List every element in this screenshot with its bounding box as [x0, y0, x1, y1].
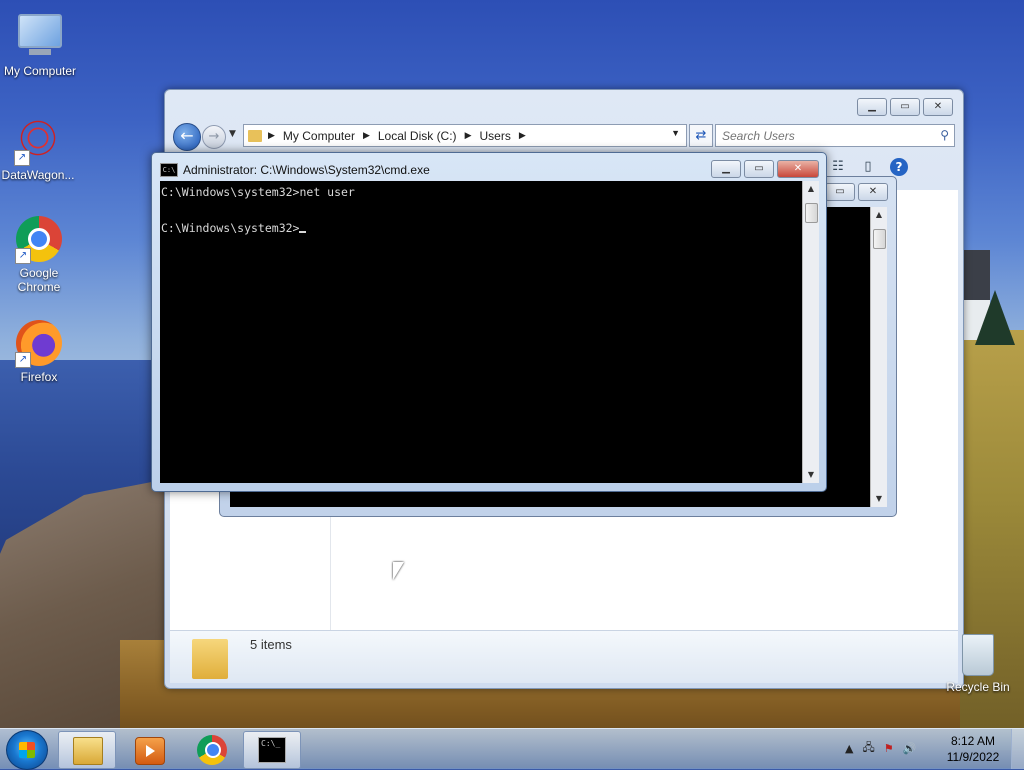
desktop-icon-label: DataWagon...	[1, 168, 75, 182]
chevron-right-icon[interactable]: ▶	[363, 130, 370, 141]
maximize-button[interactable]: ▭	[825, 183, 855, 201]
wallpaper-tree	[975, 290, 1015, 345]
text-cursor	[299, 231, 307, 233]
clock-date: 11/9/2022	[946, 750, 1000, 764]
vertical-scrollbar[interactable]: ▲ ▼	[802, 181, 819, 483]
desktop-icon-google-chrome[interactable]: ↗ Google Chrome	[0, 216, 79, 294]
taskbar-explorer-button[interactable]	[58, 731, 116, 769]
desktop-icon-label: Google Chrome	[17, 266, 61, 294]
chevron-right-icon[interactable]: ▶	[465, 130, 472, 141]
desktop-icon-label: My Computer	[3, 64, 77, 78]
preview-pane-icon[interactable]: ▯	[860, 159, 876, 175]
clock-time: 8:12 AM	[950, 734, 996, 748]
background-cmd-controls: ▭ ✕	[825, 183, 888, 201]
minimize-button[interactable]: ▁	[857, 98, 887, 116]
maximize-button[interactable]: ▭	[890, 98, 920, 116]
windows-explorer-icon	[73, 737, 103, 765]
chrome-icon	[197, 735, 227, 765]
console-line: C:\Windows\system32>net user	[161, 185, 355, 199]
shortcut-arrow-icon: ↗	[15, 352, 31, 368]
explorer-details-pane: 5 items	[170, 630, 958, 683]
desktop-icon-recycle-bin[interactable]: Recycle Bin	[938, 630, 1018, 694]
show-desktop-button[interactable]	[1011, 729, 1024, 769]
shortcut-arrow-icon: ↗	[14, 150, 30, 166]
computer-icon	[16, 14, 64, 62]
scroll-thumb[interactable]	[873, 229, 886, 249]
desktop-icon-firefox[interactable]: ↗ Firefox	[0, 320, 79, 384]
refresh-button[interactable]: ⇄	[689, 124, 713, 147]
cmd-icon: C:\	[160, 163, 178, 177]
view-options-icon[interactable]: ☷ ▾	[830, 159, 846, 189]
chrome-icon: ↗	[15, 216, 63, 264]
breadcrumb-users[interactable]: Users	[479, 129, 510, 143]
vertical-scrollbar[interactable]: ▲ ▼	[870, 207, 887, 507]
cmd-icon: C:\_	[258, 737, 286, 763]
explorer-toolbar-right: ☷ ▾ ▯ ?	[830, 158, 908, 189]
cmd-title-bar[interactable]: C:\ Administrator: C:\Windows\System32\c…	[160, 161, 430, 179]
desktop-icon-label: Recycle Bin	[946, 680, 1010, 694]
address-history-dropdown[interactable]: ▼	[671, 128, 680, 138]
action-center-flag-icon[interactable]: ⚑	[884, 742, 894, 755]
scroll-up-icon[interactable]: ▲	[871, 207, 887, 223]
shortcut-arrow-icon: ↗	[15, 248, 31, 264]
mouse-pointer-icon	[393, 562, 404, 580]
cmd-window[interactable]: C:\ Administrator: C:\Windows\System32\c…	[151, 152, 827, 492]
refresh-icon: ⇄	[695, 128, 707, 143]
help-icon[interactable]: ?	[890, 158, 908, 176]
breadcrumb-my-computer[interactable]: My Computer	[283, 129, 355, 143]
media-player-icon	[135, 737, 165, 765]
start-button[interactable]	[6, 730, 48, 770]
firefox-icon: ↗	[15, 320, 63, 368]
folder-icon	[248, 129, 262, 142]
desktop-icon-my-computer[interactable]: My Computer	[0, 8, 80, 78]
taskbar: C:\_ ▲ 🖧 ⚑ 🔊 8:12 AM 11/9/2022	[0, 728, 1024, 770]
chevron-right-icon[interactable]: ▶	[519, 130, 526, 141]
window-title: Administrator: C:\Windows\System32\cmd.e…	[183, 163, 430, 177]
show-hidden-icons-icon[interactable]: ▲	[845, 742, 853, 755]
breadcrumb-local-disk[interactable]: Local Disk (C:)	[378, 129, 457, 143]
folder-icon	[192, 639, 228, 679]
network-icon[interactable]: 🖧	[862, 739, 874, 758]
recent-pages-dropdown[interactable]: ▼	[229, 129, 236, 139]
recycle-bin-icon	[954, 634, 1002, 678]
desktop-icon-label: Firefox	[20, 370, 58, 384]
system-clock[interactable]: 8:12 AM 11/9/2022	[940, 733, 1006, 765]
cmd-window-controls: ▁ ▭ ✕	[711, 160, 819, 178]
system-tray: ▲ 🖧 ⚑ 🔊	[845, 739, 916, 758]
console-prompt-line: C:\Windows\system32>	[161, 219, 802, 237]
close-button[interactable]: ✕	[858, 183, 888, 201]
scroll-up-icon[interactable]: ▲	[803, 181, 819, 197]
forward-button[interactable]: →	[202, 125, 226, 149]
console-screen[interactable]: C:\Windows\system32>net user C:\Windows\…	[160, 181, 802, 483]
desktop-icon-datawagon[interactable]: ↗ DataWagon...	[0, 114, 78, 182]
search-input[interactable]	[716, 125, 924, 146]
taskbar-cmd-button[interactable]: C:\_	[243, 731, 301, 769]
console-prompt: C:\Windows\system32>	[161, 221, 300, 235]
scroll-down-icon[interactable]: ▼	[803, 467, 819, 483]
scroll-down-icon[interactable]: ▼	[871, 491, 887, 507]
minimize-button[interactable]: ▁	[711, 160, 741, 178]
maximize-button[interactable]: ▭	[744, 160, 774, 178]
back-arrow-icon: ←	[180, 126, 194, 145]
search-box[interactable]: ⚲	[715, 124, 955, 147]
volume-icon[interactable]: 🔊	[903, 742, 917, 755]
windows-flag-icon	[19, 742, 35, 758]
forward-arrow-icon: →	[208, 129, 220, 144]
explorer-window-controls: ▁ ▭ ✕	[857, 98, 953, 116]
back-button[interactable]: ←	[173, 123, 201, 151]
close-button[interactable]: ✕	[923, 98, 953, 116]
taskbar-media-player-button[interactable]	[120, 731, 178, 769]
explorer-nav-bar: ← → ▼ ▶ My Computer ▶ Local Disk (C:) ▶ …	[173, 123, 955, 151]
datawagon-icon: ↗	[14, 118, 62, 166]
taskbar-chrome-button[interactable]	[182, 731, 240, 769]
scroll-thumb[interactable]	[805, 203, 818, 223]
address-bar[interactable]: ▶ My Computer ▶ Local Disk (C:) ▶ Users …	[243, 124, 687, 147]
chevron-right-icon[interactable]: ▶	[268, 130, 275, 141]
search-icon[interactable]: ⚲	[940, 128, 949, 142]
item-count: 5 items	[250, 637, 292, 652]
close-button[interactable]: ✕	[777, 160, 819, 178]
